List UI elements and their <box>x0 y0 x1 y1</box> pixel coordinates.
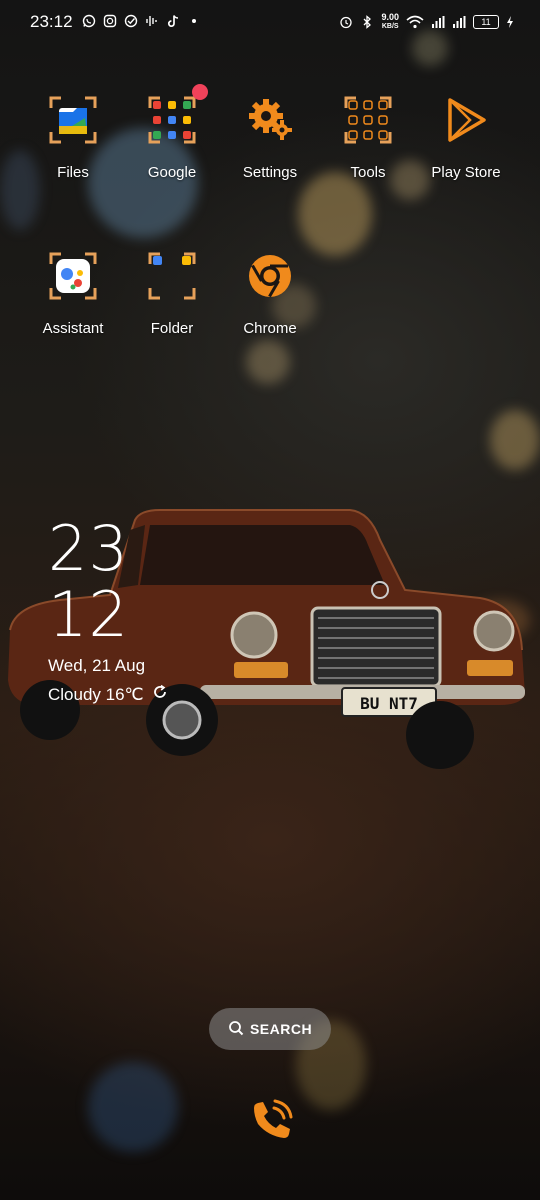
google-folder-icon <box>146 84 208 146</box>
alarm-icon <box>339 15 353 29</box>
clock-widget[interactable]: 23 12 Wed, 21 Aug Cloudy 16℃ <box>48 516 168 705</box>
bluetooth-icon <box>360 15 374 29</box>
tools-folder-icon <box>342 94 394 146</box>
notification-badge <box>192 84 208 100</box>
chrome-icon <box>244 250 296 302</box>
bokeh-light <box>246 340 290 384</box>
search-icon <box>228 1020 244 1039</box>
app-chrome[interactable]: Chrome <box>220 250 320 337</box>
bokeh-light <box>490 410 540 470</box>
status-time: 23:12 <box>30 12 73 31</box>
app-tools-folder[interactable]: Tools <box>318 94 418 181</box>
weather-text: Cloudy 16℃ <box>48 684 144 704</box>
instagram-icon <box>103 14 117 28</box>
app-label: Play Store <box>431 164 501 181</box>
app-label: Files <box>57 164 89 181</box>
dock-phone-button[interactable] <box>248 1098 294 1144</box>
files-icon <box>47 94 99 146</box>
phone-icon <box>254 1099 293 1138</box>
refresh-icon[interactable] <box>152 684 168 705</box>
assistant-icon <box>47 250 99 302</box>
clock-date: Wed, 21 Aug <box>48 656 146 675</box>
notification-icons <box>82 14 201 28</box>
clock-hours: 23 <box>48 512 129 585</box>
app-label: Chrome <box>243 320 297 337</box>
network-speed-value: 9.00 <box>381 12 399 22</box>
app-assistant[interactable]: Assistant <box>23 250 123 337</box>
network-speed-unit: KB/S <box>381 23 399 30</box>
clock-minutes: 12 <box>48 578 129 651</box>
voice-wave-icon <box>145 14 159 28</box>
app-files[interactable]: Files <box>23 94 123 181</box>
app-label: Assistant <box>42 320 104 337</box>
weather-row: Cloudy 16℃ <box>48 684 168 705</box>
license-plate-text: BU NT7 <box>360 694 418 713</box>
dot-icon <box>187 14 201 28</box>
settings-gear-icon <box>244 94 296 146</box>
play-store-icon <box>440 94 492 146</box>
signal-icon <box>452 15 466 29</box>
bokeh-light <box>298 172 372 256</box>
whatsapp-icon <box>82 14 96 28</box>
charging-icon <box>506 15 514 29</box>
search-button[interactable]: SEARCH <box>209 1008 331 1050</box>
bokeh-light <box>88 1062 178 1152</box>
tiktok-icon <box>166 14 180 28</box>
app-google-folder[interactable]: Google <box>122 84 222 181</box>
app-settings[interactable]: Settings <box>220 94 320 181</box>
status-bar: 23:12 9.00 KB/S 11 <box>0 0 540 48</box>
app-label: Settings <box>242 164 298 181</box>
check-circle-icon <box>124 14 138 28</box>
app-label: Tools <box>350 164 386 181</box>
signal-icon <box>431 15 445 29</box>
network-speed: 9.00 KB/S <box>381 13 399 31</box>
app-folder[interactable]: Folder <box>122 250 222 337</box>
wifi-icon <box>406 15 424 29</box>
system-status-icons: 9.00 KB/S 11 <box>339 13 514 31</box>
app-label: Google <box>147 164 197 181</box>
battery-indicator: 11 <box>473 15 499 29</box>
app-play-store[interactable]: Play Store <box>416 94 516 181</box>
search-label: SEARCH <box>249 1021 313 1037</box>
app-label: Folder <box>150 320 194 337</box>
folder-icon <box>146 250 198 302</box>
